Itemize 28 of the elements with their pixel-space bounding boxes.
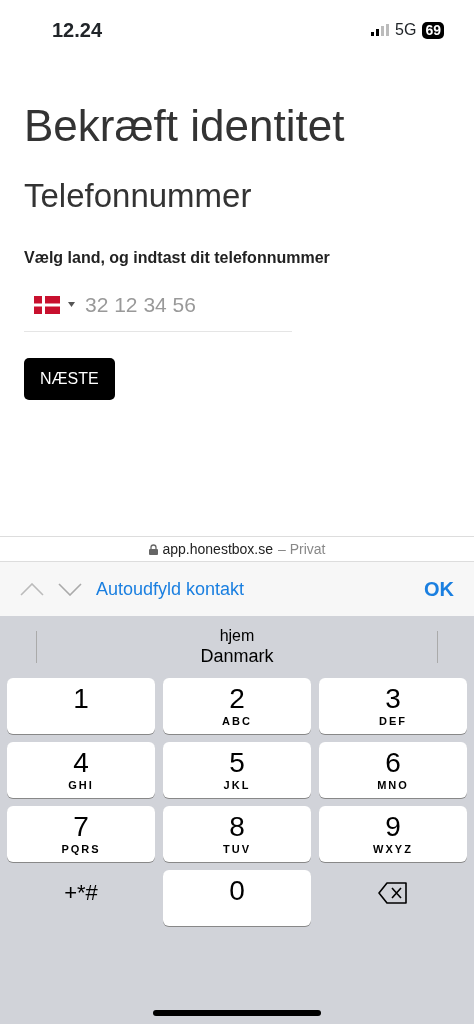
field-label: Vælg land, og indtast dit telefonnummer [24,248,331,268]
done-button[interactable]: OK [424,574,454,604]
number-key[interactable]: 7 PQRS [7,806,155,862]
autofill-suggestion[interactable]: hjem Danmark [37,626,437,668]
flag-icon[interactable] [34,295,60,314]
browsing-mode: – Privat [278,539,326,559]
battery-level: 69 [422,21,444,39]
network-type: 5G [395,20,417,40]
number-key[interactable]: 5 JKL [163,742,311,798]
next-button[interactable]: NÆSTE [24,358,115,401]
backspace-icon [378,882,408,904]
clock: 12.24 [52,18,103,43]
number-key[interactable]: 1 [7,678,155,734]
number-key[interactable]: 3 DEF [319,678,467,734]
signal-icon [371,24,390,36]
autofill-link[interactable]: Autoudfyld kontakt [96,575,245,603]
number-key[interactable]: 9 WXYZ [319,806,467,862]
number-key[interactable]: 6 MNO [319,742,467,798]
number-key[interactable]: 0 [163,870,311,926]
number-key[interactable]: 4 GHI [7,742,155,798]
caret-icon[interactable] [68,302,75,308]
number-key[interactable]: 8 TUV [163,806,311,862]
section-heading: Telefonnummer [24,176,253,216]
page-title: Bekræft identitet [24,102,346,151]
url-text: app.honestbox.se [162,539,274,559]
symbols-key[interactable]: +*# [7,870,155,926]
lock-icon [148,543,158,555]
number-key[interactable]: 2 ABC [163,678,311,734]
